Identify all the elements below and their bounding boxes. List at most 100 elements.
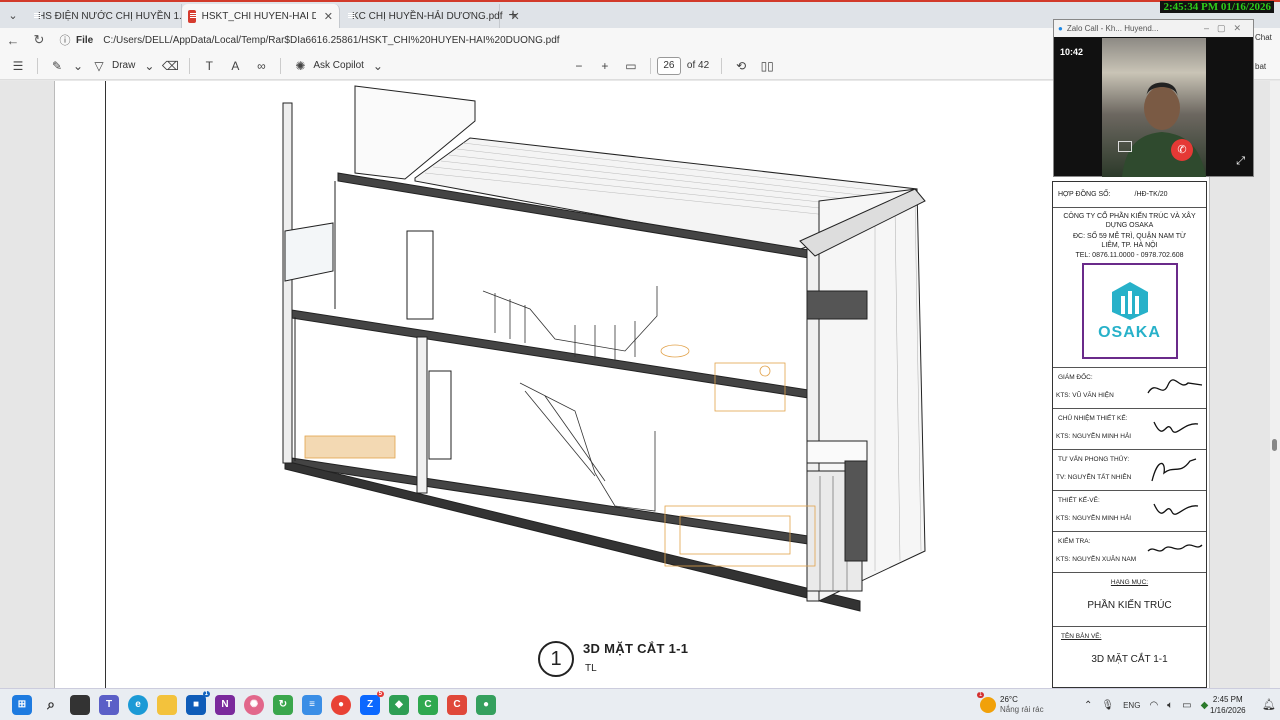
contents-list-icon[interactable]: ☰ bbox=[8, 59, 28, 73]
url-field[interactable]: C:/Users/DELL/AppData/Local/Temp/Rar$DIa… bbox=[103, 35, 559, 46]
lower-door bbox=[428, 370, 452, 460]
language-indicator[interactable]: ENG bbox=[1123, 701, 1140, 710]
weather-widget[interactable]: 1 26°C Nắng rải rác bbox=[977, 689, 1044, 720]
chat-side-label[interactable]: Chat bbox=[1255, 33, 1272, 42]
signature-name: KTS: NGUYỄN MINH HẢI bbox=[1056, 515, 1132, 522]
weather-temp: 26°C bbox=[1000, 695, 1018, 704]
copilot-icon[interactable]: ✺ bbox=[290, 59, 310, 73]
end-call-button[interactable]: ✆ bbox=[1171, 139, 1193, 161]
chevron-up-icon[interactable]: ⌃ bbox=[1084, 700, 1092, 711]
immersive-reader-icon[interactable]: ∞ bbox=[251, 59, 271, 73]
signature-role: GIÁM ĐỐC: bbox=[1058, 374, 1093, 381]
window-controls[interactable]: –▢✕ bbox=[1204, 23, 1253, 34]
chevron-down-icon[interactable]: ⌄ bbox=[73, 59, 83, 73]
store-icon[interactable]: ■ 1 bbox=[186, 690, 210, 715]
back-arrow-icon[interactable]: ← bbox=[0, 33, 26, 48]
app-red-icon[interactable]: C bbox=[447, 694, 467, 715]
teams-icon[interactable]: T bbox=[99, 694, 119, 715]
app-shield-icon[interactable]: ◆ bbox=[389, 694, 409, 715]
ask-copilot-button[interactable]: Ask Copilot bbox=[313, 60, 364, 71]
category-row: HẠNG MỤC: PHẦN KIẾN TRÚC bbox=[1053, 573, 1206, 627]
expand-icon[interactable]: ⤢ bbox=[1236, 155, 1245, 168]
drawing-title: 3D MẶT CẮT 1-1 bbox=[583, 641, 689, 656]
notepad-icon[interactable]: ≡ bbox=[302, 694, 322, 715]
draw-icon[interactable]: ▽ bbox=[89, 59, 109, 73]
zoom-out-icon[interactable]: − bbox=[569, 59, 589, 73]
basin bbox=[759, 365, 771, 377]
read-aloud-icon[interactable]: A bbox=[225, 59, 245, 73]
text-box-icon[interactable]: T bbox=[199, 59, 219, 73]
task-view-icon[interactable] bbox=[70, 694, 90, 715]
tab-label: KC CHỊ HUYỀN-HẢI DƯƠNG.pdf bbox=[352, 10, 503, 22]
app-tray-icon[interactable]: ◆ bbox=[1201, 700, 1209, 711]
info-icon[interactable]: ⓘ bbox=[58, 32, 72, 48]
file-scheme-label: File bbox=[76, 34, 94, 46]
pdf-file-icon bbox=[188, 9, 197, 23]
vertical-scrollbar[interactable] bbox=[1270, 81, 1280, 688]
search-icon[interactable]: ⌕ bbox=[41, 695, 61, 715]
call-timer: 10:42 bbox=[1060, 47, 1084, 57]
interior-column bbox=[416, 336, 428, 494]
copilot-icon[interactable]: ✺ bbox=[244, 694, 264, 715]
new-tab-button[interactable]: + bbox=[500, 4, 526, 28]
start-windows-icon[interactable]: ⊞ bbox=[12, 694, 32, 715]
chevron-down-icon[interactable]: ⌄ bbox=[144, 59, 154, 73]
page-view-icon[interactable]: ▯▯ bbox=[757, 59, 777, 73]
tab-hs-dien-nuoc[interactable]: HS ĐIỆN NƯỚC CHỊ HUYỀN 1.pdf ✕ bbox=[26, 4, 213, 28]
osaka-logo: OSAKA bbox=[1081, 263, 1178, 359]
file-explorer-icon[interactable] bbox=[157, 694, 177, 715]
chevron-down-icon[interactable]: ⌄ bbox=[373, 59, 383, 73]
company-name: CÔNG TY CỔ PHẦN KIẾN TRÚC VÀ XÂY DỰNG OS… bbox=[1063, 213, 1196, 229]
signature-name: KTS: NGUYỄN MINH HẢI bbox=[1056, 433, 1132, 440]
edge-icon[interactable]: e bbox=[128, 694, 148, 715]
camtasia-icon[interactable]: C bbox=[418, 694, 438, 715]
windows-taskbar: ⊞ ⌕ T e ■ 1 N ✺ ↻ ≡ ● Z5 ◆ C C ● 1 26°C N… bbox=[0, 688, 1280, 720]
scrollbar-thumb[interactable] bbox=[1272, 439, 1277, 451]
share-screen-button[interactable] bbox=[1118, 141, 1132, 152]
notification-bell-icon[interactable]: 🔔︎ bbox=[1262, 698, 1276, 711]
draw-button[interactable]: Draw bbox=[112, 60, 135, 71]
wifi-icon[interactable]: ◠ bbox=[1149, 700, 1158, 711]
zalo-taskbar-icon[interactable]: Z5 bbox=[360, 690, 384, 715]
sheet-label: TÊN BẢN VẼ: bbox=[1061, 633, 1102, 640]
close-tab-icon[interactable]: ✕ bbox=[324, 10, 333, 23]
volume-icon[interactable]: 🔈︎ bbox=[1167, 700, 1173, 711]
fit-page-icon[interactable]: ▭ bbox=[621, 59, 641, 73]
upper-door bbox=[406, 230, 434, 320]
signature-role: TƯ VẤN PHONG THỦY: bbox=[1058, 456, 1130, 463]
drawing-scale: TL bbox=[585, 663, 597, 674]
microphone-icon[interactable]: 🎙︎ bbox=[1101, 700, 1114, 711]
zoom-in-icon[interactable]: + bbox=[595, 59, 615, 73]
chrome-icon[interactable]: ● bbox=[331, 694, 351, 715]
rotate-icon[interactable]: ⟲ bbox=[731, 59, 751, 73]
signature-row-checker: KIỂM TRA: KTS: NGUYỄN XUÂN NAM bbox=[1053, 532, 1206, 573]
battery-icon[interactable]: ▭ bbox=[1182, 700, 1191, 711]
page-number-input[interactable]: 26 bbox=[656, 56, 681, 75]
handwritten-signature bbox=[1147, 544, 1203, 552]
zalo-call-window[interactable]: ● Zalo Call - Kh... Huyend... –▢✕ 10:42 … bbox=[1053, 19, 1254, 177]
tab-list-chevron-icon[interactable]: ⌄ bbox=[0, 2, 26, 28]
refresh-icon[interactable]: ↻ bbox=[26, 32, 52, 48]
weather-sun-icon: 1 bbox=[977, 692, 996, 713]
toolbar-divider bbox=[189, 57, 191, 74]
taskbar-clock[interactable]: 2:45 PM 1/16/2026 bbox=[1210, 689, 1246, 720]
tab-kc-chi-huyen[interactable]: KC CHỊ HUYỀN-HẢI DƯƠNG.pdf ✕ bbox=[340, 4, 520, 28]
osaka-logo-text: OSAKA bbox=[1098, 324, 1161, 341]
company-row: CÔNG TY CỔ PHẦN KIẾN TRÚC VÀ XÂY DỰNG OS… bbox=[1053, 208, 1206, 368]
tab-hskt-chi-huyen[interactable]: HSKT_CHI HUYEN-HAI DUONG.pdf ✕ bbox=[182, 4, 340, 28]
stair-railing-upper bbox=[482, 286, 658, 352]
eraser-icon[interactable]: ⌫ bbox=[160, 59, 180, 73]
zalo-title-bar[interactable]: ● Zalo Call - Kh... Huyend... –▢✕ bbox=[1054, 20, 1253, 37]
toolbar-divider bbox=[721, 57, 723, 74]
highlight-icon[interactable]: ✎ bbox=[47, 59, 67, 73]
balcony-glass-left bbox=[284, 222, 334, 282]
onenote-icon[interactable]: N bbox=[215, 694, 235, 715]
handwritten-signature bbox=[1153, 503, 1199, 515]
balcony-lower bbox=[806, 440, 868, 464]
app-recorder-icon[interactable]: ● bbox=[476, 694, 496, 715]
pdf-page: 1 3D MẶT CẮT 1-1 TL HỢP ĐỒNG SỐ: /HĐ-TK/… bbox=[54, 81, 1210, 688]
app-green-icon[interactable]: ↻ bbox=[273, 694, 293, 715]
handwritten-signature bbox=[1151, 458, 1197, 482]
side-bat-label[interactable]: bat bbox=[1255, 62, 1266, 71]
system-tray: ⌃ 🎙︎ ENG ◠ 🔈︎ ▭ ◆ bbox=[1084, 689, 1208, 720]
